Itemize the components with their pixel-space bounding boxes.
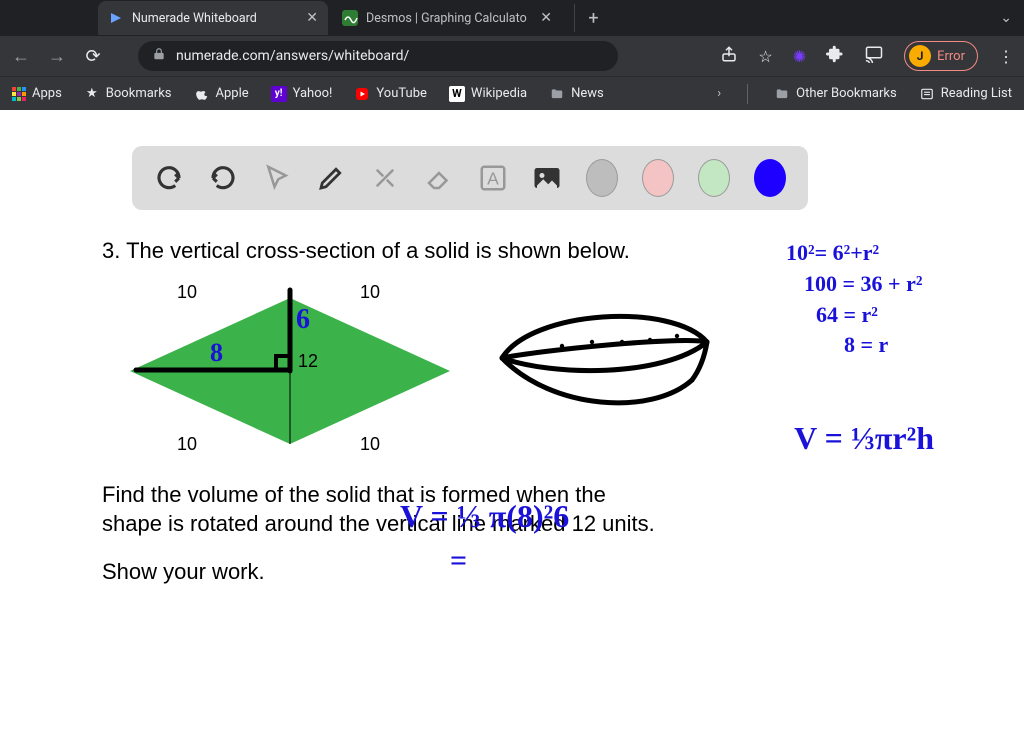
- kebab-menu-icon[interactable]: ⋮: [998, 47, 1014, 66]
- bookmark-label: YouTube: [376, 86, 427, 101]
- bookmark-label: Bookmarks: [106, 86, 172, 101]
- bookmarks-bar: Apps ★ Bookmarks Apple y! Yahoo! YouTube…: [0, 76, 1024, 110]
- youtube-icon: [354, 86, 370, 102]
- problem-title: 3. The vertical cross-section of a solid…: [102, 236, 802, 266]
- new-tab-button[interactable]: +: [574, 4, 602, 32]
- bookmark-wikipedia[interactable]: W Wikipedia: [449, 86, 527, 102]
- apple-icon: [194, 86, 210, 102]
- profile-error-pill[interactable]: J Error: [904, 41, 978, 71]
- close-icon[interactable]: ✕: [306, 10, 318, 26]
- bookmark-label: News: [571, 86, 604, 101]
- numerade-favicon: [108, 10, 124, 26]
- profile-status: Error: [937, 49, 965, 64]
- tabs-overflow-button[interactable]: ⌄: [1000, 10, 1012, 26]
- tab-desmos[interactable]: Desmos | Graphing Calculato ✕: [332, 1, 562, 35]
- toolbar-right: ☆ ✺ J Error ⋮: [720, 41, 1014, 71]
- volume-plugged: V = ⅓ π(8)²6: [400, 498, 569, 535]
- redo-button[interactable]: [208, 161, 238, 195]
- problem-prompt: Find the volume of the solid that is for…: [102, 480, 662, 539]
- bookmark-yahoo[interactable]: y! Yahoo!: [271, 86, 333, 102]
- share-icon[interactable]: [720, 45, 738, 67]
- settings-tool[interactable]: [370, 161, 400, 195]
- browser-toolbar: ← → ⟳ numerade.com/answers/whiteboard/ ☆…: [0, 36, 1024, 76]
- bookmark-news[interactable]: News: [549, 86, 604, 102]
- star-icon[interactable]: ☆: [758, 47, 772, 66]
- problem-number: 3.: [102, 238, 120, 263]
- whiteboard-toolbar: A: [132, 146, 808, 210]
- color-green[interactable]: [698, 159, 730, 197]
- apps-button[interactable]: Apps: [12, 86, 62, 101]
- back-button[interactable]: ←: [10, 46, 32, 67]
- calc-line: 100 = 36 + r²: [804, 269, 1016, 300]
- extensions-icon[interactable]: [826, 45, 844, 67]
- cast-icon[interactable]: [864, 45, 884, 67]
- edge-label: 10: [360, 282, 380, 303]
- list-icon: [919, 86, 935, 102]
- calc-line: 64 = r²: [816, 300, 1016, 331]
- image-tool[interactable]: [532, 161, 562, 195]
- forward-button[interactable]: →: [46, 46, 68, 67]
- bookmark-label: Wikipedia: [471, 86, 527, 101]
- page-content: A 3. The vertical cross-section of a sol…: [0, 110, 1024, 742]
- other-bookmarks[interactable]: Other Bookmarks: [774, 86, 897, 102]
- edge-label: 10: [360, 434, 380, 455]
- svg-text:A: A: [487, 168, 499, 188]
- divider: [747, 84, 748, 104]
- desmos-favicon: [342, 10, 358, 26]
- lock-icon: [152, 47, 166, 65]
- edge-label: 10: [177, 434, 197, 455]
- extension-icon[interactable]: ✺: [793, 47, 806, 66]
- hand-six: 6: [296, 304, 310, 336]
- bookmark-bookmarks[interactable]: ★ Bookmarks: [84, 86, 172, 102]
- side-calculations: 10²= 6²+r² 100 = 36 + r² 64 = r² 8 = r: [786, 238, 1016, 398]
- folder-icon: [549, 86, 565, 102]
- apps-icon: [12, 87, 26, 101]
- reload-button[interactable]: ⟳: [82, 46, 104, 67]
- tab-title: Desmos | Graphing Calculato: [366, 11, 527, 26]
- close-icon[interactable]: ✕: [540, 10, 552, 26]
- tab-numerade[interactable]: Numerade Whiteboard ✕: [98, 1, 328, 35]
- color-pink[interactable]: [642, 159, 674, 197]
- eraser-tool[interactable]: [424, 161, 454, 195]
- address-bar[interactable]: numerade.com/answers/whiteboard/: [138, 41, 618, 71]
- pen-tool[interactable]: [316, 161, 346, 195]
- tab-title: Numerade Whiteboard: [132, 11, 257, 26]
- problem-title-text: The vertical cross-section of a solid is…: [126, 238, 630, 263]
- folder-icon: [774, 86, 790, 102]
- browser-chrome: Numerade Whiteboard ✕ Desmos | Graphing …: [0, 0, 1024, 110]
- color-gray[interactable]: [586, 159, 618, 197]
- color-blue[interactable]: [754, 159, 786, 197]
- bookmark-label: Reading List: [941, 86, 1012, 101]
- url-text: numerade.com/answers/whiteboard/: [176, 48, 409, 64]
- star-icon: ★: [84, 86, 100, 102]
- equals-line: =: [450, 544, 467, 578]
- bookmark-label: Apple: [216, 86, 249, 101]
- edge-label: 10: [177, 282, 197, 303]
- undo-button[interactable]: [154, 161, 184, 195]
- apps-label: Apps: [32, 86, 62, 101]
- cursor-tool[interactable]: [262, 161, 292, 195]
- diagram-row: 10 10 10 10 12 6 8: [102, 276, 802, 466]
- bookmarks-overflow-icon[interactable]: ›: [717, 86, 721, 101]
- bookmark-label: Yahoo!: [293, 86, 333, 101]
- text-tool[interactable]: A: [478, 161, 508, 195]
- tab-strip: Numerade Whiteboard ✕ Desmos | Graphing …: [0, 0, 1024, 36]
- bookmark-label: Other Bookmarks: [796, 86, 897, 101]
- hand-eight: 8: [210, 338, 223, 368]
- wikipedia-icon: W: [449, 86, 465, 102]
- volume-formula: V = ⅓πr²h: [794, 420, 934, 457]
- yahoo-icon: y!: [271, 86, 287, 102]
- problem-block: 3. The vertical cross-section of a solid…: [102, 236, 802, 597]
- reading-list[interactable]: Reading List: [919, 86, 1012, 102]
- rhombus-figure: [120, 286, 460, 456]
- calc-line: 8 = r: [844, 330, 1016, 361]
- diagonal-label: 12: [298, 351, 318, 372]
- calc-line: 10²= 6²+r²: [786, 238, 1016, 269]
- avatar: J: [909, 45, 931, 67]
- sketch-bicone: [482, 280, 732, 430]
- bookmark-youtube[interactable]: YouTube: [354, 86, 427, 102]
- bookmark-apple[interactable]: Apple: [194, 86, 249, 102]
